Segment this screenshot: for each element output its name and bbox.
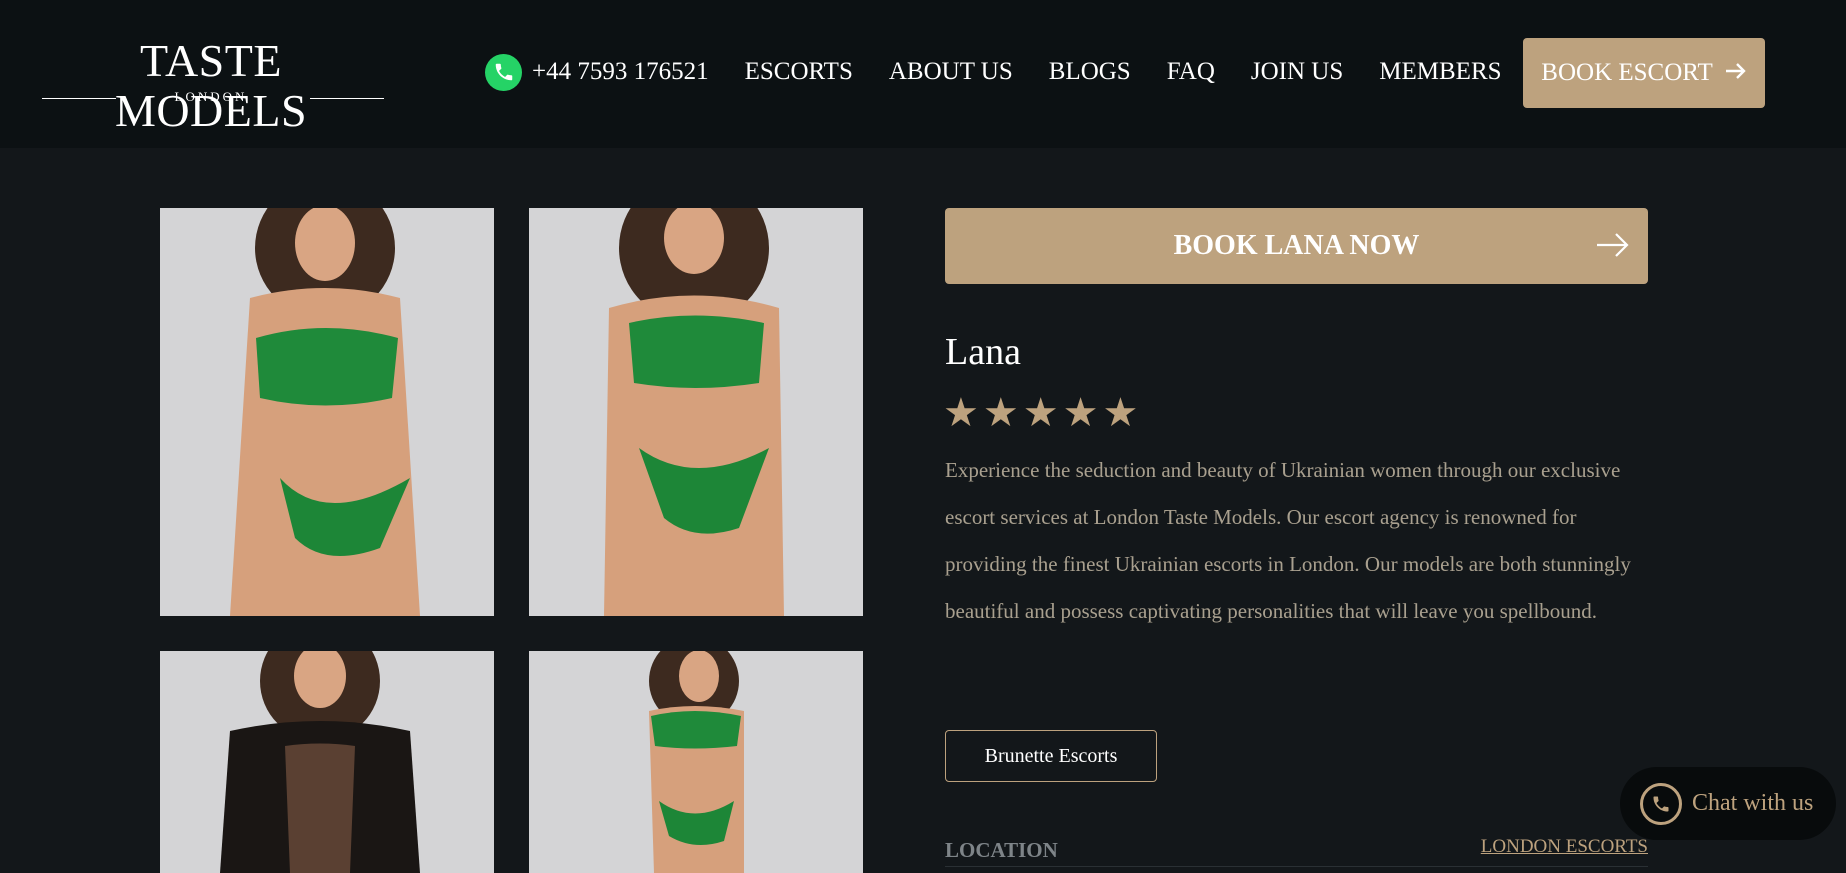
logo[interactable]: TASTE MODELS LONDON xyxy=(42,36,384,136)
nav-join-us[interactable]: JOIN US xyxy=(1251,58,1343,86)
star-icon: ★ xyxy=(943,390,979,436)
profile-name: Lana xyxy=(945,331,1021,373)
nav-members[interactable]: MEMBERS xyxy=(1379,58,1501,86)
star-icon: ★ xyxy=(1022,390,1059,436)
logo-title: TASTE MODELS xyxy=(114,35,308,136)
whatsapp-icon xyxy=(485,53,522,91)
chat-label: Chat with us xyxy=(1692,790,1814,816)
nav-escorts[interactable]: ESCORTS xyxy=(745,58,853,86)
chat-widget[interactable]: Chat with us xyxy=(1620,767,1836,840)
star-icon: ★ xyxy=(982,390,1019,436)
location-label: LOCATION xyxy=(945,838,1058,862)
star-icon: ★ xyxy=(1102,390,1139,436)
brunette-escorts-tag[interactable]: Brunette Escorts xyxy=(945,730,1157,782)
star-icon: ★ xyxy=(1062,390,1099,436)
profile-description: Experience the seduction and beauty of U… xyxy=(945,458,1631,623)
phone-number: +44 7593 176521 xyxy=(532,58,709,85)
logo-subtitle: LONDON xyxy=(174,89,248,104)
book-escort-label: BOOK ESCORT xyxy=(1541,59,1713,86)
arrow-right-icon xyxy=(1596,230,1630,268)
phone-link[interactable]: +44 7593 176521 xyxy=(485,53,709,91)
logo-divider-right xyxy=(310,98,384,99)
rating-stars: ★ ★ ★ ★ ★ xyxy=(943,390,1142,436)
arrow-right-icon xyxy=(1725,60,1747,87)
gallery-photo-4[interactable] xyxy=(529,651,863,873)
gallery-photo-1[interactable] xyxy=(160,208,494,616)
gallery-photo-2[interactable] xyxy=(529,208,863,616)
book-escort-button[interactable]: BOOK ESCORT xyxy=(1523,38,1765,108)
book-lana-label: BOOK LANA NOW xyxy=(1173,230,1420,261)
location-divider xyxy=(945,866,1648,867)
gallery-photo-3[interactable] xyxy=(160,651,494,873)
main-nav: +44 7593 176521 ESCORTS ABOUT US BLOGS F… xyxy=(485,52,1538,92)
book-lana-button[interactable]: BOOK LANA NOW xyxy=(945,208,1648,284)
nav-about-us[interactable]: ABOUT US xyxy=(889,58,1013,86)
whatsapp-chat-icon xyxy=(1640,782,1682,825)
location-link[interactable]: LONDON ESCORTS xyxy=(1481,836,1648,858)
site-header: TASTE MODELS LONDON +44 7593 176521 ESCO… xyxy=(0,0,1846,148)
nav-faq[interactable]: FAQ xyxy=(1167,58,1215,86)
nav-blogs[interactable]: BLOGS xyxy=(1049,58,1131,86)
